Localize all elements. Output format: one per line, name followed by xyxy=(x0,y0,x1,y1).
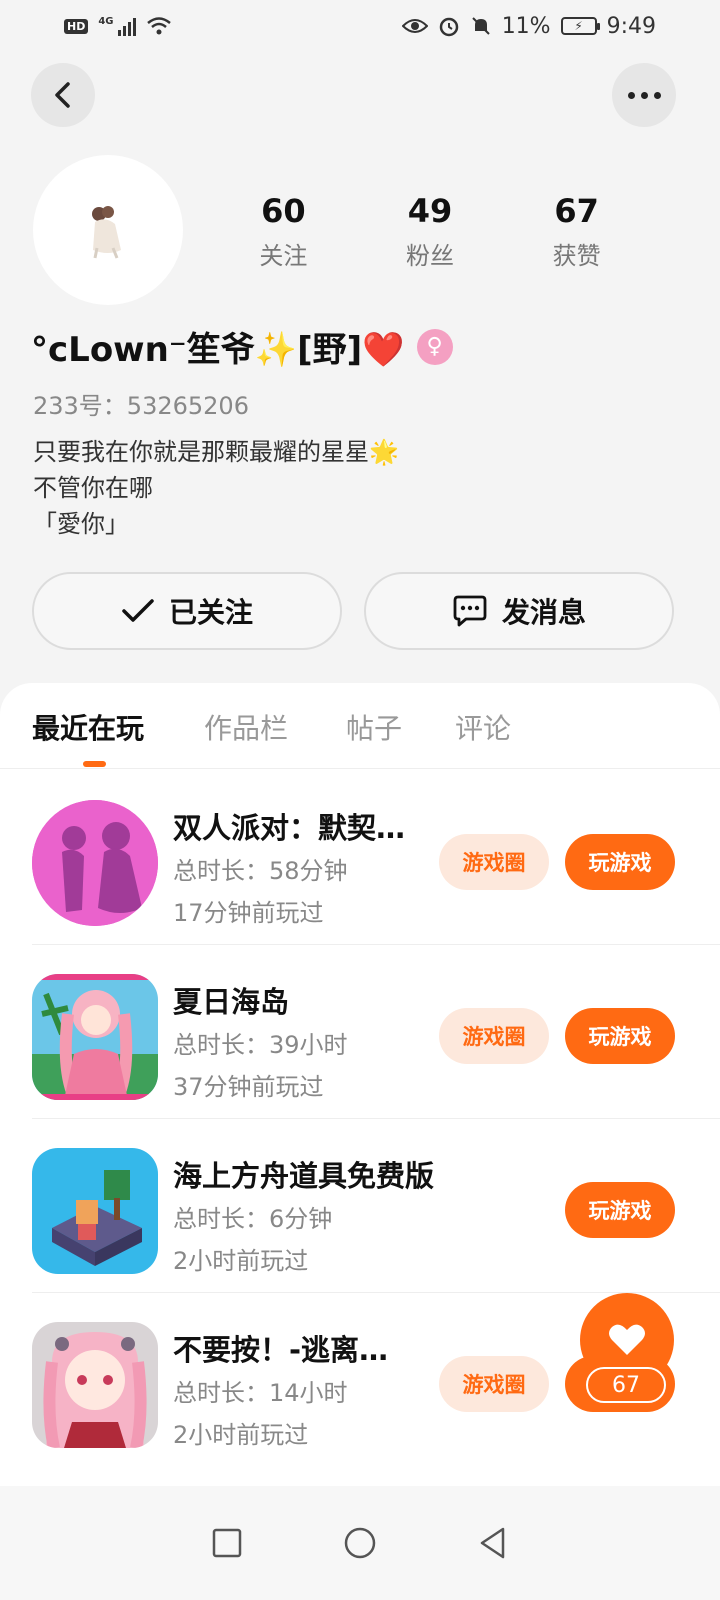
heart-icon xyxy=(609,1324,645,1355)
profile-stats: 60 关注 49 粉丝 67 获赞 xyxy=(210,190,650,271)
status-left: HD 4G xyxy=(64,16,172,36)
stat-label: 粉丝 xyxy=(406,242,454,270)
mute-bell-icon xyxy=(471,17,490,35)
recent-apps-icon[interactable] xyxy=(211,1527,243,1559)
game-artwork xyxy=(32,1148,158,1274)
tab-posts[interactable]: 帖子 xyxy=(346,707,402,747)
stat-label: 获赞 xyxy=(552,242,601,270)
game-last-played: 37分钟前玩过 xyxy=(173,1073,324,1101)
chevron-left-icon xyxy=(55,82,70,108)
bio-line: 不管你在哪 xyxy=(33,474,153,502)
more-button[interactable] xyxy=(612,63,676,127)
network-type: 4G xyxy=(98,16,114,27)
battery-icon: ⚡ xyxy=(560,17,600,35)
alarm-icon xyxy=(439,17,458,37)
account-id: 233号：53265206 xyxy=(33,392,249,420)
system-nav-bar xyxy=(0,1486,720,1600)
clock: 9:49 xyxy=(606,13,656,39)
game-icon[interactable] xyxy=(32,974,158,1100)
stat-followers[interactable]: 49 粉丝 xyxy=(357,190,504,271)
play-game-button[interactable]: 玩游戏 xyxy=(565,1008,675,1064)
eye-icon xyxy=(401,19,428,33)
game-duration: 总时长：14小时 xyxy=(173,1379,348,1407)
send-message-label: 发消息 xyxy=(501,596,586,629)
game-duration: 总时长：6分钟 xyxy=(173,1205,333,1233)
game-title: 不要按！-逃离… xyxy=(173,1333,389,1367)
stat-value: 49 xyxy=(407,192,453,230)
game-artwork xyxy=(32,800,158,926)
send-message-button[interactable]: 发消息 xyxy=(364,572,674,650)
game-row[interactable]: 夏日海岛 总时长：39小时 37分钟前玩过 游戏圈 玩游戏 xyxy=(32,945,720,1119)
back-triangle-icon[interactable] xyxy=(477,1526,509,1560)
game-last-played: 2小时前玩过 xyxy=(173,1247,309,1275)
game-row[interactable]: 双人派对：默契… 总时长：58分钟 17分钟前玩过 游戏圈 玩游戏 xyxy=(32,771,720,945)
status-right: 11% ⚡ 9:49 xyxy=(401,13,656,39)
back-button[interactable] xyxy=(31,63,95,127)
game-icon[interactable] xyxy=(32,800,158,926)
game-icon[interactable] xyxy=(32,1322,158,1448)
game-duration: 总时长：39小时 xyxy=(173,1031,348,1059)
game-title: 海上方舟道具免费版 xyxy=(173,1159,435,1193)
battery-percent: 11% xyxy=(501,13,551,39)
signal-icon xyxy=(117,16,136,36)
bio-line: 只要我在你就是那颗最耀的星星🌟 xyxy=(33,438,399,466)
tab-comments[interactable]: 评论 xyxy=(455,707,511,747)
stat-value: 60 xyxy=(261,192,306,230)
tab-works[interactable]: 作品栏 xyxy=(204,707,288,747)
check-icon xyxy=(122,599,154,622)
hd-icon: HD xyxy=(64,18,89,34)
stat-value: 67 xyxy=(554,192,599,230)
stat-following[interactable]: 60 关注 xyxy=(210,190,357,271)
game-icon[interactable] xyxy=(32,1148,158,1274)
chat-bubble-icon xyxy=(453,595,487,627)
nickname: °cLown⁻笙爷✨[野]❤️ xyxy=(31,330,405,370)
like-fab[interactable]: 67 xyxy=(580,1293,674,1413)
more-icon xyxy=(627,91,661,99)
tab-recently-played[interactable]: 最近在玩 xyxy=(32,707,144,747)
bio-line: 「愛你」 xyxy=(33,510,129,538)
game-circle-button[interactable]: 游戏圈 xyxy=(439,1008,549,1064)
followed-label: 已关注 xyxy=(168,596,253,629)
game-duration: 总时长：58分钟 xyxy=(173,857,348,885)
tab-bar: 最近在玩 作品栏 帖子 评论 xyxy=(0,683,720,769)
nickname-row: °cLown⁻笙爷✨[野]❤️ ♀ xyxy=(31,322,453,371)
game-artwork xyxy=(32,1322,158,1448)
game-last-played: 17分钟前玩过 xyxy=(173,899,324,927)
wifi-icon xyxy=(146,17,171,35)
play-game-button[interactable]: 玩游戏 xyxy=(565,834,675,890)
status-bar: HD 4G 11% ⚡ 9:49 xyxy=(0,0,720,52)
stat-likes[interactable]: 67 获赞 xyxy=(503,190,650,271)
stat-label: 关注 xyxy=(259,242,308,270)
home-icon[interactable] xyxy=(343,1526,377,1560)
content-card: 最近在玩 作品栏 帖子 评论 双人派对：默契… 总时长：58分钟 17分钟前玩过… xyxy=(0,683,720,1600)
game-row[interactable]: 海上方舟道具免费版 总时长：6分钟 2小时前玩过 玩游戏 xyxy=(32,1119,720,1293)
bio: 只要我在你就是那颗最耀的星星🌟 不管你在哪 「愛你」 xyxy=(33,434,399,542)
followed-button[interactable]: 已关注 xyxy=(32,572,342,650)
game-circle-button[interactable]: 游戏圈 xyxy=(439,1356,549,1412)
female-gender-icon: ♀ xyxy=(416,328,453,365)
game-title: 夏日海岛 xyxy=(173,985,290,1019)
like-count: 67 xyxy=(586,1367,666,1403)
game-title: 双人派对：默契… xyxy=(173,811,406,845)
game-last-played: 2小时前玩过 xyxy=(173,1421,309,1449)
avatar[interactable] xyxy=(33,155,183,305)
game-artwork xyxy=(32,974,158,1100)
avatar-image xyxy=(92,206,121,259)
play-game-button[interactable]: 玩游戏 xyxy=(565,1182,675,1238)
active-tab-indicator xyxy=(83,761,106,767)
game-circle-button[interactable]: 游戏圈 xyxy=(439,834,549,890)
